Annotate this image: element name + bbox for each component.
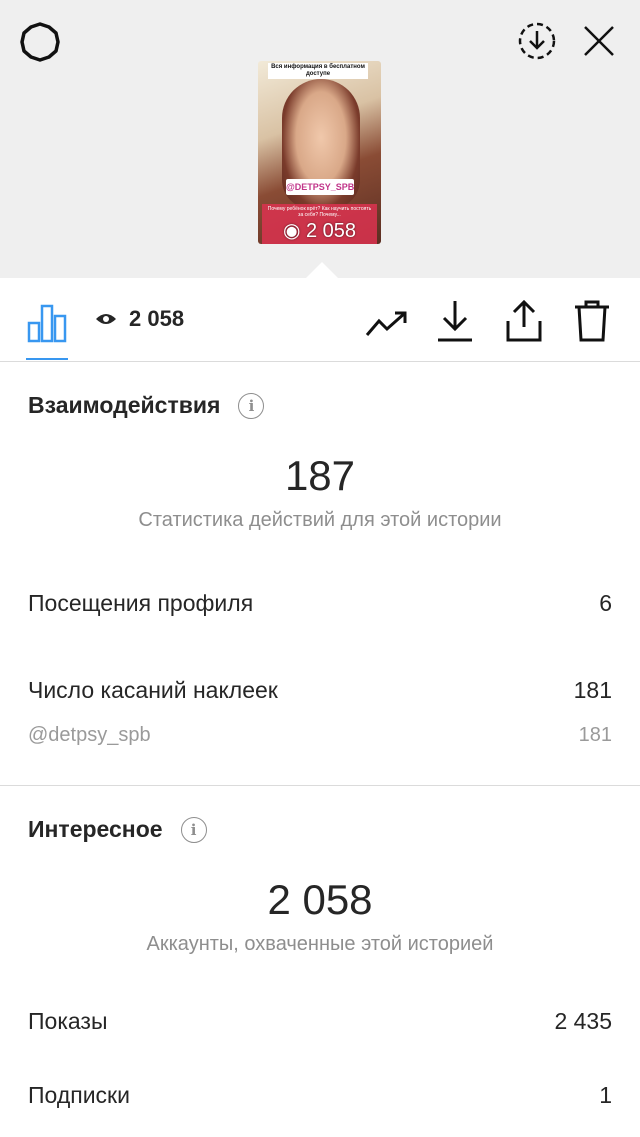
- sticker-taps-label: Число касаний наклеек: [28, 677, 278, 703]
- story-views-overlay-count: 2 058: [305, 220, 357, 242]
- download-circle-icon: [518, 22, 556, 60]
- close-icon: [584, 26, 614, 56]
- bar-chart-icon: [27, 304, 67, 343]
- sticker-account-value: 181: [578, 724, 612, 746]
- sticker-account-label: @detpsy_spb: [28, 724, 151, 746]
- trash-icon: [575, 300, 609, 342]
- follows-label: Подписки: [28, 1082, 130, 1108]
- story-preview-area: Вся информация в бесплатном доступе @DET…: [0, 0, 640, 278]
- thumbnail-pointer: [306, 262, 338, 278]
- interactions-title: Взаимодействия: [28, 392, 221, 418]
- profile-visits-row: Посещения профиля 6: [28, 590, 612, 617]
- delete-button[interactable]: [570, 298, 614, 344]
- follows-row: Подписки 1: [28, 1082, 612, 1109]
- accounts-reached-value: 2 058: [267, 876, 373, 923]
- story-toolbar: 2 058: [0, 278, 640, 362]
- sticker-taps-value: 181: [573, 677, 612, 703]
- promote-button[interactable]: [364, 304, 410, 344]
- impressions-value: 2 435: [554, 1008, 612, 1034]
- discovery-title: Интересное: [28, 816, 163, 842]
- impressions-row: Показы 2 435: [28, 1008, 612, 1035]
- sticker-account-row: @detpsy_spb 181: [28, 724, 612, 747]
- follows-value: 1: [599, 1082, 612, 1108]
- impressions-label: Показы: [28, 1008, 108, 1034]
- views-count: 2 058: [129, 306, 185, 331]
- trending-up-icon: [365, 311, 407, 336]
- story-thumbnail[interactable]: Вся информация в бесплатном доступе @DET…: [258, 61, 381, 244]
- mention-sticker: @DETPSY_SPB: [286, 179, 354, 195]
- sticker-taps-row: Число касаний наклеек 181: [28, 677, 612, 704]
- eye-icon: ◉: [282, 220, 301, 242]
- download-button[interactable]: [434, 298, 476, 344]
- close-button[interactable]: [578, 20, 620, 62]
- interactions-caption: Статистика действий для этой истории: [138, 509, 502, 531]
- discovery-header: Интересное i: [28, 816, 207, 843]
- settings-button[interactable]: [18, 20, 62, 64]
- tab-insights[interactable]: [24, 300, 70, 346]
- accounts-reached-caption: Аккаунты, охваченные этой историей: [146, 933, 494, 955]
- download-icon: [438, 301, 472, 342]
- profile-visits-value: 6: [599, 590, 612, 616]
- eye-icon: [96, 314, 116, 324]
- section-divider: [0, 785, 640, 786]
- viewers-button[interactable]: 2 058: [95, 306, 184, 332]
- interactions-header: Взаимодействия i: [28, 392, 265, 419]
- info-icon[interactable]: i: [180, 816, 207, 843]
- share-button[interactable]: [502, 298, 546, 344]
- interactions-total: 187: [284, 452, 356, 499]
- profile-visits-label: Посещения профиля: [28, 590, 254, 616]
- save-story-button[interactable]: [514, 18, 560, 64]
- story-top-text: Вся информация в бесплатном доступе: [268, 63, 368, 79]
- gear-icon: [20, 22, 60, 62]
- active-tab-indicator: [26, 358, 68, 360]
- info-icon[interactable]: i: [238, 392, 265, 419]
- share-icon: [506, 299, 542, 342]
- story-views-overlay: ◉ 2 058: [258, 219, 381, 243]
